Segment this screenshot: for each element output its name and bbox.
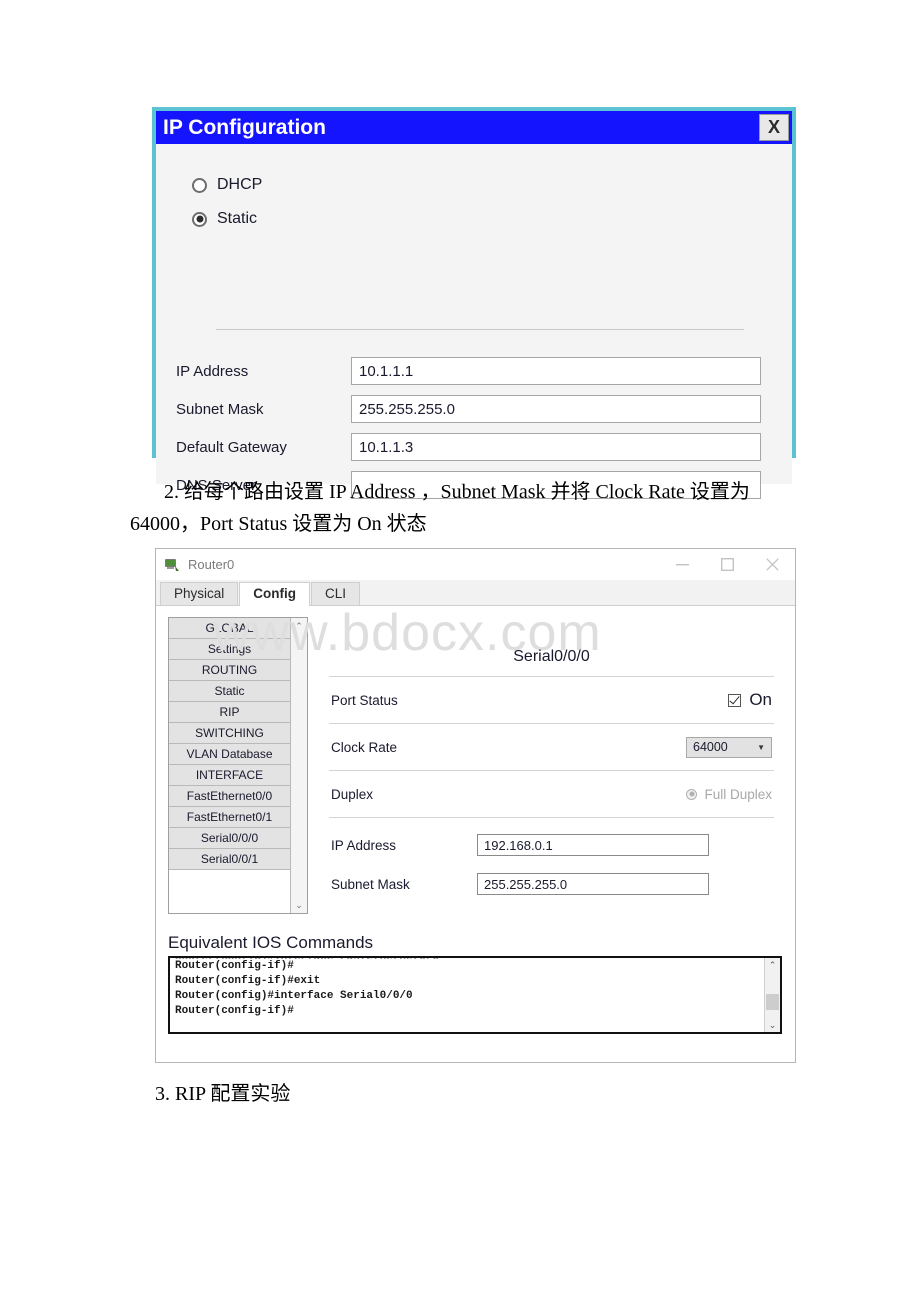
default-gateway-input[interactable]: 10.1.1.3 [351,433,761,461]
tab-cli[interactable]: CLI [311,582,361,605]
duplex-value: Full Duplex [704,786,772,802]
iface-ip-address-row: IP Address 192.168.0.1 [324,828,779,862]
sidebar-item-settings[interactable]: Settings [169,639,290,660]
radio-option-dhcp[interactable]: DHCP [192,174,792,196]
instruction-paragraph-step3: 3. RIP 配置实验 [155,1083,291,1105]
port-status-control[interactable]: On [728,690,772,710]
radio-dhcp-icon[interactable] [192,177,207,193]
chevron-down-icon: ▼ [757,742,765,752]
divider [329,817,774,818]
tab-physical[interactable]: Physical [160,582,239,605]
maximize-icon[interactable] [705,550,750,580]
radio-static-icon[interactable] [192,211,207,227]
scroll-down-icon[interactable]: ⌄ [291,897,307,913]
clock-rate-label: Clock Rate [331,739,398,755]
default-gateway-label: Default Gateway [176,438,287,456]
sidebar-item-global[interactable]: GLOBAL [169,618,290,639]
sidebar-item-fastethernet0-0[interactable]: FastEthernet0/0 [169,786,290,807]
scroll-up-icon[interactable]: ⌃ [765,958,780,972]
config-sidebar: GLOBAL Settings ROUTING Static RIP SWITC… [168,617,308,914]
port-status-label: Port Status [331,692,398,708]
field-row-default-gateway: Default Gateway 10.1.1.3 [156,428,792,466]
duplex-row: Duplex Full Duplex [324,771,779,817]
section-divider [216,329,744,330]
ip-configuration-title: IP Configuration [163,116,326,139]
interface-title: Serial0/0/0 [513,648,590,665]
port-status-checkbox-icon[interactable] [728,693,742,707]
router0-config-content: GLOBAL Settings ROUTING Static RIP SWITC… [156,606,795,1062]
interface-config-panel: Serial0/0/0 Port Status On Clock Rate 64… [324,620,779,901]
iface-subnet-mask-input[interactable]: 255.255.255.0 [477,873,709,895]
ip-configuration-body: DHCP Static IP Address 10.1.1.1 Subnet M… [156,174,792,499]
router-icon [164,557,180,572]
tab-config[interactable]: Config [239,582,311,606]
duplex-control: Full Duplex [686,787,772,802]
sidebar-item-routing[interactable]: ROUTING [169,660,290,681]
iface-subnet-mask-label: Subnet Mask [331,876,410,892]
sidebar-item-serial0-0-1[interactable]: Serial0/0/1 [169,849,290,870]
clock-rate-control: 64000 ▼ [686,736,772,758]
scroll-up-icon[interactable]: ⌃ [291,618,307,634]
close-icon[interactable] [750,550,795,580]
ios-line: Router(config)#interface Serial0/0/0 [175,990,413,1002]
clock-rate-value: 64000 [693,740,728,754]
instruction-paragraph-step2: 2. 给每个路由设置 IP Address ，Subnet Mask 并将 Cl… [130,481,750,535]
minimize-icon[interactable] [660,550,705,580]
radio-static-label: Static [217,210,258,227]
iface-ip-address-label: IP Address [331,837,397,853]
port-status-value: On [749,690,772,709]
scroll-down-icon[interactable]: ⌄ [765,1018,780,1032]
field-row-ip-address: IP Address 10.1.1.1 [156,352,792,390]
port-status-row: Port Status On [324,677,779,723]
clock-rate-dropdown[interactable]: 64000 ▼ [686,736,772,758]
router0-titlebar: Router0 [156,549,795,580]
subnet-mask-label: Subnet Mask [176,400,264,418]
ios-console-scrollbar[interactable]: ⌃ ⌄ [764,958,780,1032]
sidebar-item-vlan-database[interactable]: VLAN Database [169,744,290,765]
sidebar-item-serial0-0-0[interactable]: Serial0/0/0 [169,828,290,849]
ip-address-label: IP Address [176,362,249,380]
router0-tabbar: Physical Config CLI [156,580,795,606]
scrollbar-thumb[interactable] [766,994,779,1010]
duplex-radio-icon [686,788,698,800]
radio-dhcp-label: DHCP [217,176,263,193]
sidebar-item-static[interactable]: Static [169,681,290,702]
sidebar-item-interface[interactable]: INTERFACE [169,765,290,786]
ios-line: Router(config-if)#exit [175,975,321,987]
ios-commands-lines: Router(config)#interface FastEthernet0/0… [170,958,764,1032]
window-controls [660,550,795,580]
subnet-mask-input[interactable]: 255.255.255.0 [351,395,761,423]
ip-configuration-window: IP Configuration X DHCP Static IP Addres… [152,107,796,499]
ip-address-input[interactable]: 10.1.1.1 [351,357,761,385]
duplex-label: Duplex [331,786,374,802]
config-sidebar-list: GLOBAL Settings ROUTING Static RIP SWITC… [169,618,290,913]
field-row-subnet-mask: Subnet Mask 255.255.255.0 [156,390,792,428]
iface-subnet-mask-row: Subnet Mask 255.255.255.0 [324,867,779,901]
ip-configuration-titlebar: IP Configuration X [156,111,792,144]
sidebar-scrollbar[interactable]: ⌃ ⌄ [290,618,307,913]
sidebar-item-switching[interactable]: SWITCHING [169,723,290,744]
ios-line: Router(config-if)# [175,960,294,972]
router0-title-label: Router0 [188,557,235,572]
close-icon[interactable]: X [759,114,789,141]
clock-rate-row: Clock Rate 64000 ▼ [324,724,779,770]
ios-line: Router(config-if)# [175,1005,294,1017]
sidebar-item-rip[interactable]: RIP [169,702,290,723]
iface-ip-address-input[interactable]: 192.168.0.1 [477,834,709,856]
sidebar-item-fastethernet0-1[interactable]: FastEthernet0/1 [169,807,290,828]
radio-option-static[interactable]: Static [192,208,792,230]
router0-window: Router0 Physical Config CLI GLOBAL Setti… [155,548,796,1063]
ios-commands-console: Router(config)#interface FastEthernet0/0… [168,956,782,1034]
equivalent-ios-commands-title: Equivalent IOS Commands [168,933,374,952]
